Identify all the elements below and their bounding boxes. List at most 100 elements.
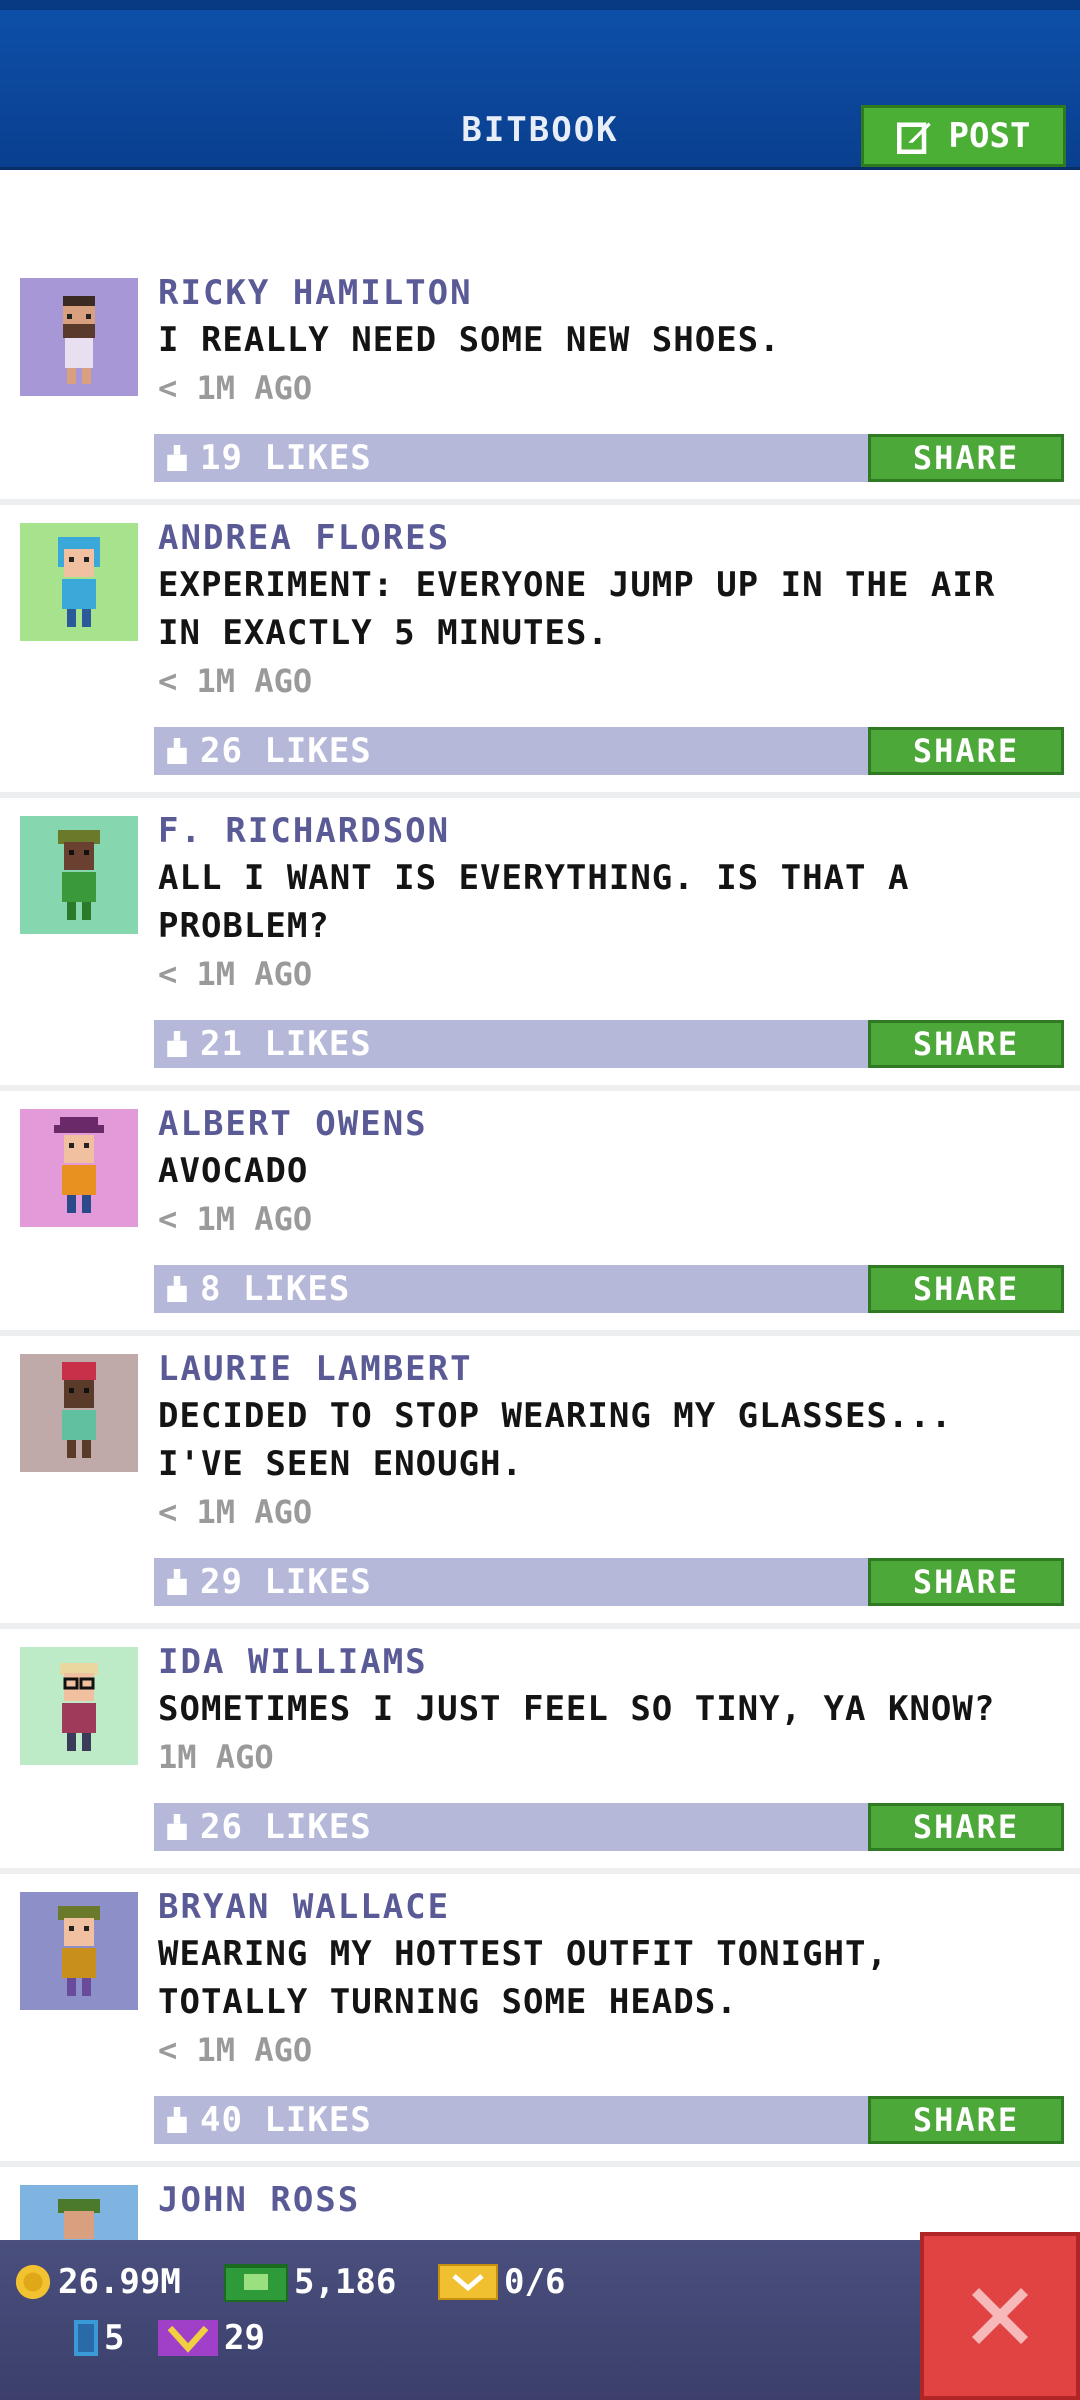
coins-value: 26.99M [58,2262,181,2302]
share-button[interactable]: SHARE [868,1265,1064,1313]
thumbs-up-icon [167,1569,187,1595]
like-count: 29 LIKES [200,1562,372,1602]
bitizens-counter: 29 [158,2318,265,2358]
like-count: 8 LIKES [200,1269,351,1309]
tickets-counter: 0/6 [438,2262,565,2302]
feed-post: IDA WILLIAMS SOMETIMES I JUST FEEL SO TI… [0,1629,1080,1874]
post-text-line: DECIDED TO STOP WEARING MY GLASSES... [158,1396,953,1436]
thumbs-up-icon [167,2107,187,2133]
elevator-counter: 5 [74,2318,124,2358]
post-author[interactable]: F. RICHARDSON [158,808,1064,854]
post-time: < 1M AGO [158,369,313,407]
bitizen-ticket-icon [158,2320,218,2356]
share-button[interactable]: SHARE [868,727,1064,775]
thumbs-up-icon [167,738,187,764]
post-text-line: I REALLY NEED SOME NEW SHOES. [158,320,781,360]
like-count: 19 LIKES [200,438,372,478]
like-button[interactable]: 29 LIKES [164,1558,372,1606]
like-button[interactable]: 19 LIKES [164,434,372,482]
bux-value: 5,186 [294,2262,397,2302]
post-button-label: POST [948,116,1031,156]
post-author[interactable]: ANDREA FLORES [158,515,1064,561]
like-bar: 26 LIKES SHARE [154,727,1064,775]
post-text-line: I'VE SEEN ENOUGH. [158,1444,523,1484]
post-text-line: SOMETIMES I JUST FEEL SO TINY, YA KNOW? [158,1689,996,1729]
like-bar: 26 LIKES SHARE [154,1803,1064,1851]
post-text-line: IN EXACTLY 5 MINUTES. [158,613,609,653]
top-bar: BITBOOK POST [0,0,1080,170]
like-bar: 40 LIKES SHARE [154,2096,1064,2144]
tickets-value: 0/6 [504,2262,566,2302]
post-time: < 1M AGO [158,2031,313,2069]
post-text-line: AVOCADO [158,1151,309,1191]
edit-icon [896,122,931,154]
post-author[interactable]: LAURIE LAMBERT [158,1346,1064,1392]
post-author[interactable]: JOHN ROSS [158,2177,1064,2223]
resource-bar: 26.99M 5,186 0/6 5 29 [0,2240,1080,2400]
post-author[interactable]: ALBERT OWENS [158,1101,1064,1147]
post-text-line: ALL I WANT IS EVERYTHING. IS THAT A [158,858,910,898]
share-button[interactable]: SHARE [868,1020,1064,1068]
share-button[interactable]: SHARE [868,434,1064,482]
like-count: 40 LIKES [200,2100,372,2140]
like-bar: 8 LIKES SHARE [154,1265,1064,1313]
post-time: 1M AGO [158,1738,274,1776]
close-button[interactable] [920,2232,1080,2400]
elevator-icon [74,2320,98,2356]
bitizen-avatar [20,1647,138,1765]
post-text-line: TOTALLY TURNING SOME HEADS. [158,1982,738,2022]
post-time: < 1M AGO [158,1200,313,1238]
coins-counter: 26.99M [14,2262,181,2302]
bitizen-avatar [20,816,138,934]
like-bar: 21 LIKES SHARE [154,1020,1064,1068]
bux-counter: 5,186 [224,2262,396,2302]
avatar[interactable] [20,1647,138,1765]
like-button[interactable]: 26 LIKES [164,1803,372,1851]
post-author[interactable]: RICKY HAMILTON [158,270,1064,316]
feed-list[interactable]: RICKY HAMILTON I REALLY NEED SOME NEW SH… [0,260,1080,2367]
share-button[interactable]: SHARE [868,1803,1064,1851]
like-count: 26 LIKES [200,731,372,771]
ticket-icon [438,2264,498,2300]
post-time: < 1M AGO [158,955,313,993]
post-time: < 1M AGO [158,1493,313,1531]
like-button[interactable]: 40 LIKES [164,2096,372,2144]
bitizen-avatar [20,523,138,641]
post-text-line: PROBLEM? [158,906,330,946]
avatar[interactable] [20,523,138,641]
bux-icon [224,2264,288,2302]
share-button[interactable]: SHARE [868,2096,1064,2144]
feed-post: BRYAN WALLACE WEARING MY HOTTEST OUTFIT … [0,1874,1080,2167]
thumbs-up-icon [167,1276,187,1302]
thumbs-up-icon [167,1814,187,1840]
feed-post: F. RICHARDSON ALL I WANT IS EVERYTHING. … [0,798,1080,1091]
avatar[interactable] [20,1892,138,2010]
avatar[interactable] [20,278,138,396]
post-button[interactable]: POST [861,105,1066,167]
thumbs-up-icon [167,445,187,471]
post-author[interactable]: BRYAN WALLACE [158,1884,1064,1930]
share-button[interactable]: SHARE [868,1558,1064,1606]
feed-post: ANDREA FLORES EXPERIMENT: EVERYONE JUMP … [0,505,1080,798]
bitizen-avatar [20,278,138,396]
bitizen-avatar [20,1354,138,1472]
elevator-value: 5 [104,2318,125,2358]
feed-post: ALBERT OWENS AVOCADO < 1M AGO 8 LIKES SH… [0,1091,1080,1336]
post-text-line: EXPERIMENT: EVERYONE JUMP UP IN THE AIR [158,565,996,605]
coin-icon [15,2264,51,2300]
post-text-line: WEARING MY HOTTEST OUTFIT TONIGHT, [158,1934,888,1974]
feed-post: RICKY HAMILTON I REALLY NEED SOME NEW SH… [0,260,1080,505]
avatar[interactable] [20,816,138,934]
like-bar: 19 LIKES SHARE [154,434,1064,482]
like-count: 21 LIKES [200,1024,372,1064]
feed-post: LAURIE LAMBERT DECIDED TO STOP WEARING M… [0,1336,1080,1629]
post-author[interactable]: IDA WILLIAMS [158,1639,1064,1685]
like-bar: 29 LIKES SHARE [154,1558,1064,1606]
like-button[interactable]: 21 LIKES [164,1020,372,1068]
thumbs-up-icon [167,1031,187,1057]
like-button[interactable]: 8 LIKES [164,1265,350,1313]
close-icon [972,2288,1028,2344]
avatar[interactable] [20,1109,138,1227]
avatar[interactable] [20,1354,138,1472]
like-button[interactable]: 26 LIKES [164,727,372,775]
